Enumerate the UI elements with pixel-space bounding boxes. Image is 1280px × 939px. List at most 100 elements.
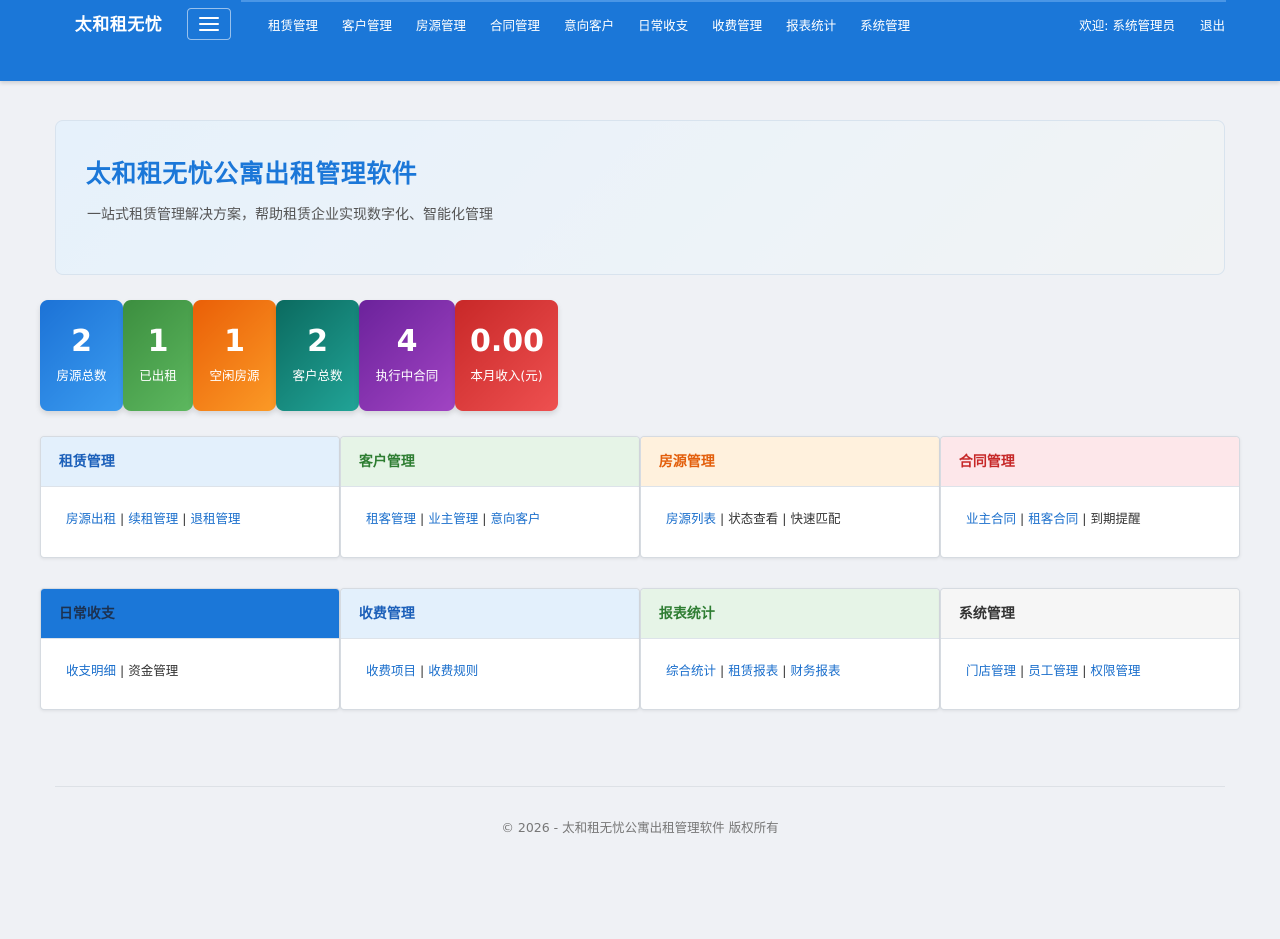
nav-item-reports[interactable]: 报表统计 [774, 14, 848, 38]
link-separator: | [1082, 663, 1087, 678]
module-link[interactable]: 房源出租 [66, 511, 116, 526]
stat-value: 1 [147, 324, 169, 359]
nav-item-lease[interactable]: 租赁管理 [256, 14, 330, 38]
stat-label: 已出租 [139, 368, 177, 383]
stat-card-customers[interactable]: 2 客户总数 [276, 300, 359, 411]
hero-banner: 太和租无忧公寓出租管理软件 一站式租赁管理解决方案，帮助租赁企业实现数字化、智能… [55, 120, 1225, 275]
module-card-lease: 租赁管理 房源出租 | 续租管理 | 退租管理 [40, 436, 340, 558]
nav-item-properties[interactable]: 房源管理 [404, 14, 478, 38]
module-links: 收费项目 | 收费规则 [341, 639, 639, 703]
link-separator: | [182, 511, 187, 526]
module-link[interactable]: 续租管理 [128, 511, 178, 526]
footer-copyright: © 2026 - 太和租无忧公寓出租管理软件 版权所有 [501, 820, 779, 835]
module-title: 客户管理 [341, 437, 639, 487]
module-link[interactable]: 财务报表 [790, 663, 840, 678]
nav-item-prospects[interactable]: 意向客户 [552, 14, 626, 38]
module-card-charges: 收费管理 收费项目 | 收费规则 [340, 588, 640, 710]
link-separator: | [120, 663, 125, 678]
stat-value: 4 [396, 324, 418, 359]
stat-label: 本月收入(元) [470, 368, 543, 383]
module-link[interactable]: 意向客户 [490, 511, 540, 526]
module-row-2: 日常收支 收支明细 | 资金管理 收费管理 收费项目 | 收费规则 报表统计 综合统计 |… [40, 588, 1240, 710]
module-link[interactable]: 业主合同 [966, 511, 1016, 526]
main-nav: 租赁管理 客户管理 房源管理 合同管理 意向客户 日常收支 收费管理 报表统计 … [256, 14, 922, 38]
module-link[interactable]: 收费项目 [366, 663, 416, 678]
link-separator: | [120, 511, 125, 526]
link-separator: | [1020, 663, 1025, 678]
stat-card-active-contracts[interactable]: 4 执行中合同 [359, 300, 455, 411]
module-text: 资金管理 [128, 663, 179, 678]
nav-item-customers[interactable]: 客户管理 [330, 14, 404, 38]
module-link[interactable]: 租客合同 [1028, 511, 1078, 526]
nav-item-daily-finance[interactable]: 日常收支 [626, 14, 700, 38]
link-separator: | [720, 663, 725, 678]
link-separator: | [720, 511, 725, 526]
module-links: 房源出租 | 续租管理 | 退租管理 [41, 487, 339, 551]
module-link[interactable]: 房源列表 [666, 511, 716, 526]
module-title: 合同管理 [941, 437, 1239, 487]
module-title: 系统管理 [941, 589, 1239, 639]
module-links: 收支明细 | 资金管理 [41, 639, 339, 703]
module-text: 到期提醒 [1090, 511, 1141, 526]
stat-label: 房源总数 [56, 368, 107, 383]
module-link[interactable]: 收费规则 [428, 663, 478, 678]
nav-item-system[interactable]: 系统管理 [848, 14, 922, 38]
navbar-accent-line [241, 0, 1226, 2]
stats-row: 2 房源总数 1 已出租 1 空闲房源 2 客户总数 4 执行中合同 0.00 … [40, 300, 558, 411]
link-separator: | [420, 663, 425, 678]
module-title: 收费管理 [341, 589, 639, 639]
stat-value: 1 [224, 324, 245, 359]
stat-card-rented[interactable]: 1 已出租 [123, 300, 193, 411]
module-card-reports: 报表统计 综合统计 | 租赁报表 | 财务报表 [640, 588, 940, 710]
nav-item-contracts[interactable]: 合同管理 [478, 14, 552, 38]
stat-value: 0.00 [470, 324, 545, 359]
module-link[interactable]: 门店管理 [966, 663, 1016, 678]
module-links: 门店管理 | 员工管理 | 权限管理 [941, 639, 1239, 703]
hamburger-icon[interactable] [187, 8, 231, 40]
module-row-1: 租赁管理 房源出租 | 续租管理 | 退租管理 客户管理 租客管理 | 业主管理 | 意向客户 … [40, 436, 1240, 558]
page-title: 太和租无忧公寓出租管理软件 [86, 159, 418, 188]
module-links: 租客管理 | 业主管理 | 意向客户 [341, 487, 639, 551]
link-separator: | [782, 663, 787, 678]
link-separator: | [420, 511, 425, 526]
stat-card-vacant[interactable]: 1 空闲房源 [193, 300, 276, 411]
module-card-properties: 房源管理 房源列表 | 状态查看 | 快速匹配 [640, 436, 940, 558]
stat-card-total-properties[interactable]: 2 房源总数 [40, 300, 123, 411]
link-separator: | [1082, 511, 1087, 526]
module-links: 房源列表 | 状态查看 | 快速匹配 [641, 487, 939, 551]
module-link[interactable]: 租赁报表 [728, 663, 778, 678]
link-separator: | [782, 511, 787, 526]
module-link[interactable]: 综合统计 [666, 663, 716, 678]
module-link[interactable]: 业主管理 [428, 511, 478, 526]
stat-card-monthly-income[interactable]: 0.00 本月收入(元) [455, 300, 558, 411]
nav-item-charges[interactable]: 收费管理 [700, 14, 774, 38]
stat-label: 执行中合同 [375, 368, 439, 383]
module-title: 日常收支 [41, 589, 339, 639]
top-navbar: 太和租无忧 租赁管理 客户管理 房源管理 合同管理 意向客户 日常收支 收费管理… [0, 0, 1280, 81]
module-text: 状态查看 [728, 511, 779, 526]
module-text: 快速匹配 [790, 511, 841, 526]
module-links: 综合统计 | 租赁报表 | 财务报表 [641, 639, 939, 703]
stat-label: 客户总数 [292, 368, 343, 383]
module-link[interactable]: 员工管理 [1028, 663, 1078, 678]
module-card-customers: 客户管理 租客管理 | 业主管理 | 意向客户 [340, 436, 640, 558]
module-card-contracts: 合同管理 业主合同 | 租客合同 | 到期提醒 [940, 436, 1240, 558]
link-separator: | [482, 511, 487, 526]
stat-value: 2 [71, 324, 92, 359]
module-links: 业主合同 | 租客合同 | 到期提醒 [941, 487, 1239, 551]
module-card-daily-finance: 日常收支 收支明细 | 资金管理 [40, 588, 340, 710]
stat-label: 空闲房源 [209, 368, 260, 383]
brand-logo[interactable]: 太和租无忧 [75, 13, 163, 37]
user-box: 欢迎: 系统管理员 退出 [1079, 14, 1225, 38]
module-link[interactable]: 权限管理 [1090, 663, 1140, 678]
module-title: 报表统计 [641, 589, 939, 639]
logout-link[interactable]: 退出 [1200, 14, 1225, 38]
module-link[interactable]: 收支明细 [66, 663, 116, 678]
module-card-system: 系统管理 门店管理 | 员工管理 | 权限管理 [940, 588, 1240, 710]
welcome-user: 欢迎: 系统管理员 [1079, 18, 1175, 33]
module-title: 租赁管理 [41, 437, 339, 487]
module-link[interactable]: 退租管理 [190, 511, 240, 526]
module-title: 房源管理 [641, 437, 939, 487]
module-link[interactable]: 租客管理 [366, 511, 416, 526]
stat-value: 2 [307, 324, 328, 359]
